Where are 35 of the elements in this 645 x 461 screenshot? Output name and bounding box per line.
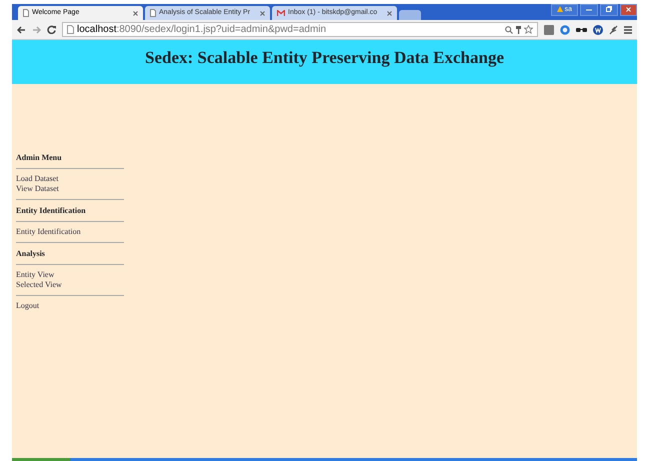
sync-icon[interactable]: [560, 24, 570, 34]
feather-icon[interactable]: [609, 24, 618, 34]
close-tab-icon[interactable]: [133, 10, 138, 16]
page-title: Sedex: Scalable Entity Preserving Data Exchange: [144, 48, 504, 68]
warning-icon: [556, 6, 563, 12]
close-tab-icon[interactable]: [387, 10, 392, 16]
close-button[interactable]: [620, 4, 637, 16]
reload-icon[interactable]: [47, 25, 56, 34]
menu-heading: Entity Identification: [16, 205, 87, 217]
menu-link[interactable]: Selected View: [16, 280, 62, 290]
page-icon: [150, 9, 156, 17]
menu-link[interactable]: Entity Identification: [16, 227, 81, 237]
key-icon[interactable]: [516, 26, 521, 34]
menu-icon[interactable]: [624, 26, 632, 34]
menu-link[interactable]: Load Dataset: [16, 174, 58, 184]
page-icon: [67, 25, 74, 34]
menu-link[interactable]: Entity View: [16, 270, 54, 280]
close-icon: [626, 6, 631, 12]
menu-link[interactable]: View Dataset: [16, 184, 59, 194]
menu-link[interactable]: Logout: [16, 301, 40, 311]
zoom-icon[interactable]: [505, 26, 513, 34]
address-bar[interactable]: localhost:8090/sedex/login1.jsp?uid=admin&pwd=admin: [62, 22, 538, 37]
star-icon[interactable]: [524, 25, 533, 34]
mail-icon: [277, 10, 285, 16]
minimize-button[interactable]: [580, 4, 598, 16]
back-icon[interactable]: [17, 26, 26, 34]
menu-heading: Admin Menu: [16, 152, 63, 164]
menu-heading: Analysis: [16, 248, 46, 260]
restore-icon: [606, 6, 612, 12]
glasses-icon[interactable]: [576, 26, 587, 32]
restore-button[interactable]: [600, 4, 618, 16]
page-icon: [23, 9, 29, 17]
extension-icon[interactable]: [544, 24, 554, 34]
close-tab-icon[interactable]: [260, 10, 265, 16]
circle-logo-icon[interactable]: [593, 24, 603, 34]
